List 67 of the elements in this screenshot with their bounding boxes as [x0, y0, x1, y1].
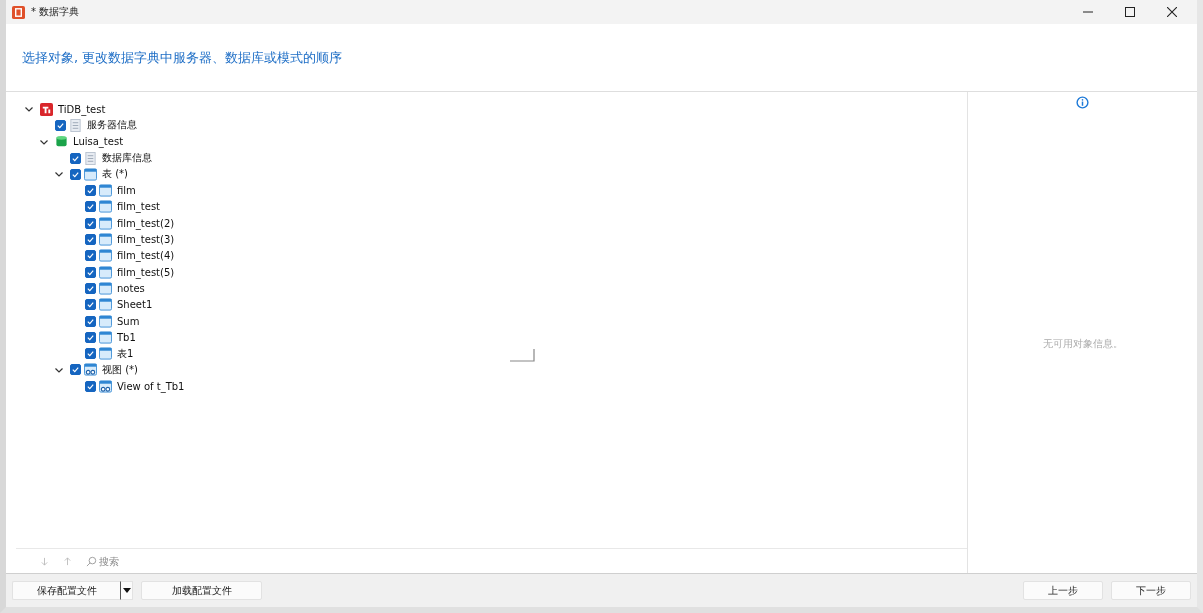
table-icon [99, 249, 112, 263]
checkbox[interactable] [85, 315, 96, 327]
checkbox[interactable] [85, 299, 96, 311]
checkbox[interactable] [85, 266, 96, 278]
table-icon [99, 314, 112, 328]
tree-item[interactable]: Luisa_test [73, 136, 124, 148]
checkbox[interactable] [70, 152, 81, 164]
database-icon [55, 135, 68, 149]
table-icon [99, 216, 112, 230]
checkbox[interactable] [70, 364, 81, 376]
info-icon [1076, 96, 1089, 109]
document-icon [69, 118, 82, 132]
checkbox[interactable] [55, 119, 66, 131]
checkbox[interactable] [85, 348, 96, 360]
table-icon [84, 167, 97, 181]
table-icon [99, 298, 112, 312]
table-icon [99, 184, 112, 198]
caret-icon [122, 588, 131, 593]
close-icon[interactable] [1167, 7, 1177, 17]
table-icon [99, 281, 112, 295]
table-icon [99, 265, 112, 279]
table-icon [99, 347, 112, 361]
empty-message: 无可用对象信息。 [1042, 337, 1123, 351]
checkbox[interactable] [85, 380, 96, 392]
tree-item[interactable]: 数据库信息 [102, 151, 152, 166]
table-icon [99, 330, 112, 344]
tree-item[interactable]: Sum [117, 315, 140, 327]
load-button[interactable]: 加载配置文件 [141, 581, 262, 600]
tree-item[interactable]: film [117, 185, 136, 197]
checkbox[interactable] [85, 201, 96, 213]
tree-item[interactable]: 表1 [117, 346, 134, 361]
tree-item[interactable]: 表 (*) [102, 167, 128, 182]
app-icon [12, 5, 25, 19]
maximize-icon[interactable] [1125, 7, 1135, 17]
tree-item[interactable]: film_test(5) [117, 266, 175, 278]
bracket-icon [509, 348, 535, 362]
tree-item[interactable]: Sheet1 [117, 299, 153, 311]
checkbox[interactable] [85, 185, 96, 197]
tree-item[interactable]: View of t_Tb1 [117, 380, 185, 392]
tree-item[interactable]: notes [117, 282, 145, 294]
save-button[interactable]: 保存配置文件 [12, 581, 120, 600]
window-title: * 数据字典 [31, 5, 80, 19]
checkbox[interactable] [85, 331, 96, 343]
nav-button[interactable]: 下一步 [1111, 581, 1191, 600]
document-icon [84, 151, 97, 165]
dropdown-button[interactable] [120, 581, 133, 600]
checkbox[interactable] [85, 250, 96, 262]
instruction-text: 选择对象, 更改数据字典中服务器、数据库或模式的顺序 [22, 48, 343, 67]
tree-item[interactable]: TiDB_test [58, 103, 106, 115]
server-icon [40, 102, 53, 116]
tree-item[interactable]: film_test(4) [117, 250, 175, 262]
tree-item[interactable]: film_test(3) [117, 234, 175, 245]
search-icon [86, 555, 97, 567]
tree-item[interactable]: film_test [117, 201, 161, 213]
checkbox[interactable] [70, 168, 81, 180]
nav-button[interactable]: 上一步 [1023, 581, 1103, 600]
view-icon [99, 379, 112, 393]
table-icon [99, 200, 112, 214]
checkbox[interactable] [85, 282, 96, 294]
tree-item[interactable]: film_test(2) [117, 217, 175, 229]
checkbox[interactable] [85, 234, 96, 245]
checkbox[interactable] [85, 217, 96, 229]
table-icon [99, 233, 112, 246]
view-icon [84, 363, 97, 377]
tree-item[interactable]: 视图 (*) [102, 362, 138, 377]
tree-item[interactable]: 服务器信息 [87, 118, 137, 133]
tree-item[interactable]: Tb1 [117, 331, 136, 343]
